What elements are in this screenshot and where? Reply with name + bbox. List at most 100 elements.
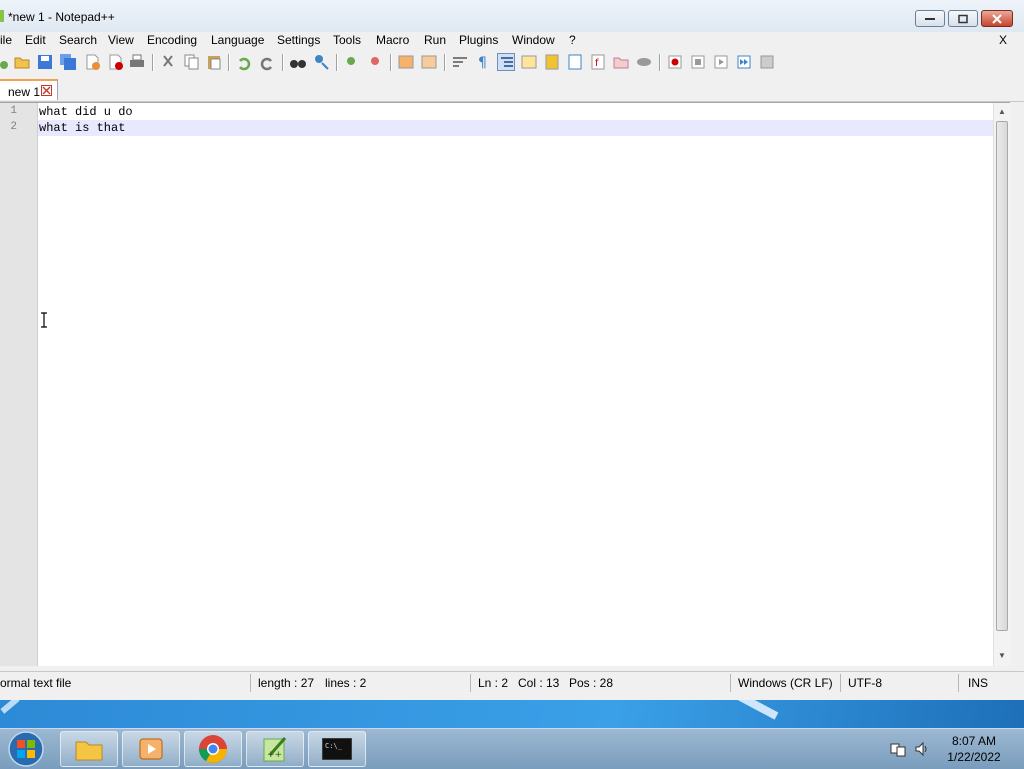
undo-button[interactable] [235, 53, 253, 71]
save-macro-button[interactable] [758, 53, 776, 71]
stop-icon [691, 55, 705, 69]
network-icon[interactable] [890, 741, 906, 757]
record-macro-button[interactable] [666, 53, 684, 71]
tab-label: new 1 [8, 85, 41, 99]
menu-help[interactable]: ? [569, 33, 576, 47]
doc-list-button[interactable] [566, 53, 584, 71]
new-file-icon [0, 61, 8, 69]
indent-guide-icon [501, 57, 513, 67]
pilcrow-icon: ¶ [478, 55, 487, 71]
save-button[interactable] [36, 53, 54, 71]
status-encoding[interactable]: UTF-8 [848, 676, 882, 690]
cut-button[interactable] [159, 53, 177, 71]
line-number: 1 [10, 105, 17, 117]
system-clock[interactable]: 8:07 AM 1/22/2022 [944, 733, 1004, 765]
menu-encoding[interactable]: Encoding [147, 33, 197, 47]
menu-edit[interactable]: Edit [25, 33, 46, 47]
menu-plugins[interactable]: Plugins [459, 33, 498, 47]
tab-new-1[interactable]: new 1 [0, 79, 58, 100]
tab-close-icon[interactable] [41, 85, 52, 96]
line-number-gutter: 1 2 [0, 103, 38, 666]
zoom-out-button[interactable] [367, 53, 385, 71]
folder-workspace-button[interactable] [612, 53, 630, 71]
word-wrap-icon [453, 57, 467, 67]
indent-guide-button[interactable] [497, 53, 515, 71]
menu-settings[interactable]: Settings [277, 33, 320, 47]
show-all-chars-button[interactable]: ¶ [474, 53, 492, 71]
chrome-icon [199, 735, 227, 763]
close-file-button[interactable] [83, 53, 101, 71]
paste-button[interactable] [205, 53, 223, 71]
menu-language[interactable]: Language [211, 33, 264, 47]
record-icon [668, 55, 682, 69]
menu-file[interactable]: ile [0, 33, 12, 47]
status-insert-mode[interactable]: INS [968, 676, 988, 690]
function-list-button[interactable]: f [589, 53, 607, 71]
status-ln: Ln : 2 [478, 676, 509, 690]
taskbar-explorer-button[interactable] [60, 731, 118, 767]
status-eol[interactable]: Windows (CR LF) [738, 676, 833, 690]
redo-button[interactable] [258, 53, 276, 71]
undo-icon [239, 57, 251, 71]
run-macro-multiple-button[interactable] [735, 53, 753, 71]
scroll-down-icon[interactable]: ▼ [998, 651, 1006, 660]
close-icon [992, 13, 1002, 24]
monitoring-button[interactable] [635, 53, 653, 71]
text-line[interactable]: what did u do [38, 104, 994, 120]
doc-map-button[interactable] [543, 53, 561, 71]
menu-macro[interactable]: Macro [376, 33, 409, 47]
open-folder-icon [14, 57, 30, 69]
taskbar-notepadpp-button[interactable]: ++ [246, 731, 304, 767]
volume-icon[interactable] [914, 741, 930, 757]
word-wrap-button[interactable] [451, 53, 469, 71]
folder-icon [613, 57, 629, 69]
close-all-button[interactable] [106, 53, 124, 71]
vertical-scrollbar[interactable]: ▲ ▼ [993, 103, 1010, 666]
taskbar-chrome-button[interactable] [184, 731, 242, 767]
sync-horizontal-button[interactable] [420, 53, 438, 71]
scroll-up-icon[interactable]: ▲ [998, 107, 1006, 116]
close-button[interactable] [981, 10, 1013, 27]
editor-area[interactable]: 1 2 what did u do what is that ▲ ▼ [0, 102, 1010, 666]
find-button[interactable] [289, 53, 307, 71]
tab-bar: new 1 [0, 76, 1024, 102]
menu-view[interactable]: View [108, 33, 134, 47]
taskbar-cmd-button[interactable]: C:\_ [308, 731, 366, 767]
notepadpp-icon: ++ [263, 737, 287, 762]
toolbar: ¶ f [0, 50, 1024, 76]
zoom-in-button[interactable] [343, 53, 361, 71]
title-bar[interactable]: *new 1 - Notepad++ [0, 0, 1024, 32]
stop-macro-button[interactable] [689, 53, 707, 71]
redo-icon [260, 57, 272, 71]
menu-search[interactable]: Search [59, 33, 97, 47]
restore-button[interactable] [948, 10, 978, 27]
close-document-x[interactable]: X [999, 33, 1007, 47]
sync-vertical-button[interactable] [397, 53, 415, 71]
clock-date: 1/22/2022 [947, 750, 1001, 764]
new-file-button[interactable] [0, 53, 10, 71]
eye-icon [637, 58, 651, 66]
start-button-icon[interactable] [6, 730, 46, 768]
menu-run[interactable]: Run [424, 33, 446, 47]
doc-list-icon [568, 54, 582, 70]
svg-text:f: f [595, 58, 599, 69]
copy-button[interactable] [182, 53, 200, 71]
play-macro-button[interactable] [712, 53, 730, 71]
save-all-button[interactable] [59, 53, 77, 71]
text-line-current[interactable]: what is that [38, 120, 994, 136]
scrollbar-thumb[interactable] [996, 121, 1008, 631]
menu-tools[interactable]: Tools [333, 33, 361, 47]
taskbar-media-player-button[interactable] [122, 731, 180, 767]
replace-button[interactable] [313, 53, 331, 71]
print-button[interactable] [128, 53, 146, 71]
open-file-button[interactable] [13, 53, 31, 71]
menu-bar: ile Edit Search View Encoding Language S… [0, 32, 1024, 50]
menu-window[interactable]: Window [512, 33, 555, 47]
save-macro-icon [760, 55, 774, 69]
udl-button[interactable] [520, 53, 538, 71]
status-bar: ormal text file length : 27 lines : 2 Ln… [0, 671, 1024, 694]
replace-icon [315, 55, 329, 70]
minimize-button[interactable] [915, 10, 945, 27]
udl-icon [521, 55, 537, 69]
restore-icon [958, 14, 968, 23]
